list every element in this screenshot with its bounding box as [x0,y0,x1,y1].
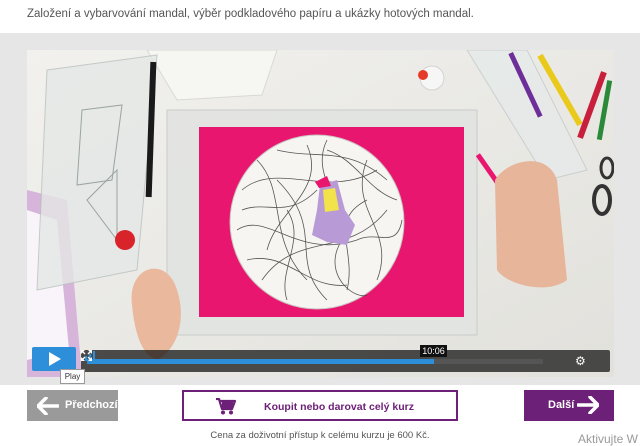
video-frame [27,50,614,377]
play-tooltip: Play [60,369,85,384]
cart-icon [216,398,236,415]
buy-course-button[interactable]: Koupit nebo darovat celý kurz [182,390,458,421]
play-button[interactable] [32,347,76,371]
previous-label: Předchozí [65,399,118,411]
windows-activation-watermark: Aktivujte W [578,432,639,446]
buy-course-label: Koupit nebo darovat celý kurz [264,401,414,413]
next-button[interactable]: Další [524,390,614,421]
video-control-bar: ⚙ [81,350,610,372]
previous-button[interactable]: Předchozí [27,390,118,421]
play-icon [49,352,61,366]
arrow-right-icon [577,396,599,414]
video-player[interactable]: ⚙ 10:06 [27,50,614,377]
course-description: Založení a vybarvování mandal, výběr pod… [27,8,474,20]
progress-bar[interactable] [87,359,543,364]
current-time: 10:06 [420,345,447,357]
arrow-left-icon [37,397,59,415]
fullscreen-icon[interactable] [81,350,92,361]
next-label: Další [548,399,575,411]
gear-icon[interactable]: ⚙ [575,354,586,368]
price-note: Cena za doživotní přístup k celému kurzu… [210,430,430,441]
progress-fill [87,359,434,364]
